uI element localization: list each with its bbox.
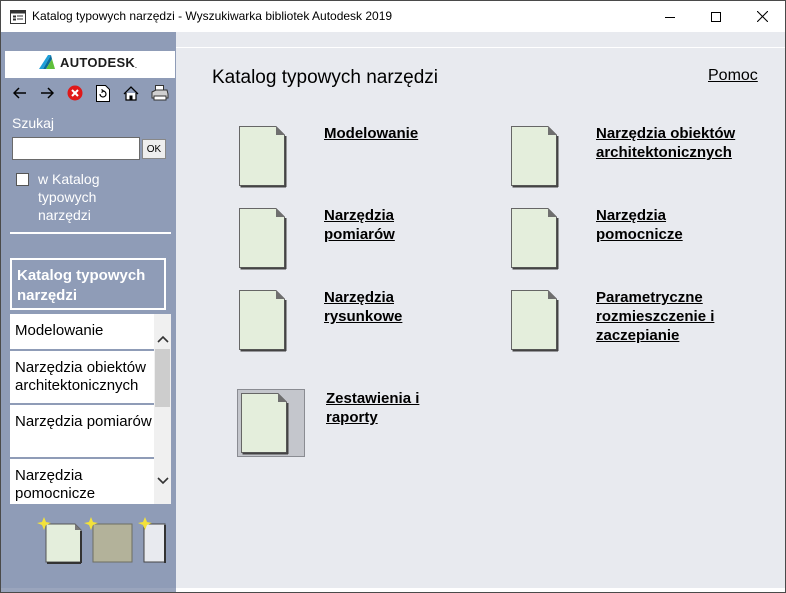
scroll-thumb[interactable]	[155, 349, 170, 407]
print-button[interactable]	[150, 83, 170, 103]
home-icon	[123, 85, 139, 101]
title-bar: Katalog typowych narzędzi - Wyszukiwarka…	[1, 1, 785, 32]
app-icon	[10, 9, 26, 25]
search-label: Szukaj	[12, 115, 55, 131]
main-top-divider	[176, 47, 785, 48]
autodesk-wordmark: AUTODESK.	[60, 54, 138, 70]
back-arrow-icon	[13, 87, 26, 99]
catalog-page-icon	[511, 290, 559, 352]
search-scope-checkbox[interactable]	[16, 173, 29, 186]
new-category-page-icon[interactable]	[84, 517, 133, 563]
sidebar-divider	[10, 232, 171, 234]
toc-scrollbar[interactable]	[154, 314, 171, 504]
window-title: Katalog typowych narzędzi - Wyszukiwarka…	[32, 9, 393, 23]
back-button[interactable]	[10, 83, 30, 103]
catalog-page-icon	[511, 208, 559, 270]
forward-button[interactable]	[37, 83, 57, 103]
close-button[interactable]	[739, 1, 785, 32]
autodesk-logo: AUTODESK.	[5, 51, 175, 78]
page-title: Katalog typowych narzędzi	[212, 67, 439, 88]
category-label-modelowanie[interactable]: Modelowanie	[324, 124, 418, 143]
category-label-narzedzia-obiektow[interactable]: Narzędzia obiektów architektonicznych	[596, 124, 735, 162]
app-window: Katalog typowych narzędzi - Wyszukiwarka…	[0, 0, 786, 593]
toc-header[interactable]: Katalog typowych narzędzi	[10, 258, 166, 310]
chevron-down-icon	[156, 476, 169, 484]
search-input[interactable]	[12, 137, 140, 160]
category-label-narzedzia-rysunkowe[interactable]: Narzędzia rysunkowe	[324, 288, 402, 326]
catalog-pages-strip	[37, 516, 173, 566]
scroll-down-button[interactable]	[154, 472, 171, 489]
toc-list: Modelowanie Narzędzia obiektów architekt…	[10, 314, 154, 504]
refresh-button[interactable]	[93, 83, 113, 103]
toc-item-narzedzia-pomiarow[interactable]: Narzędzia pomiarów	[10, 405, 154, 457]
refresh-icon	[96, 84, 110, 102]
search-scope-label: w Katalog typowych narzędzi	[38, 171, 100, 223]
new-catalog-page-icon[interactable]	[37, 517, 82, 564]
main-content: Katalog typowych narzędzi Pomoc Modelowa…	[176, 32, 785, 592]
home-button[interactable]	[121, 83, 141, 103]
category-label-narzedzia-pomiarow[interactable]: Narzędzia pomiarów	[324, 206, 395, 244]
chevron-up-icon	[156, 335, 169, 343]
catalog-page-icon	[239, 290, 287, 352]
close-icon	[756, 11, 768, 22]
toc-item-narzedzia-obiektow[interactable]: Narzędzia obiektów architektonicznych	[10, 351, 154, 403]
category-label-parametryczne[interactable]: Parametryczne rozmieszczenie i zaczepian…	[596, 288, 714, 345]
toc-item-modelowanie[interactable]: Modelowanie	[10, 314, 154, 349]
sidebar: AUTODESK. Szukaj OK w Katalog typowych n…	[1, 32, 176, 592]
catalog-page-icon	[241, 393, 289, 455]
sidebar-bottom-strip	[1, 588, 176, 592]
stop-icon	[67, 85, 83, 101]
maximize-button[interactable]	[693, 1, 739, 32]
autodesk-logo-icon	[39, 55, 55, 69]
forward-arrow-icon	[41, 87, 54, 99]
catalog-page-icon	[511, 126, 559, 188]
scroll-up-button[interactable]	[154, 330, 171, 347]
minimize-button[interactable]	[647, 1, 693, 32]
new-tool-page-icon[interactable]	[138, 517, 166, 563]
category-label-narzedzia-pomocnicze[interactable]: Narzędzia pomocnicze	[596, 206, 683, 244]
maximize-icon	[711, 11, 721, 22]
category-label-zestawienia[interactable]: Zestawienia i raporty	[326, 389, 419, 427]
catalog-page-icon	[239, 208, 287, 270]
sidebar-toolbar	[5, 83, 175, 103]
search-ok-button[interactable]: OK	[142, 139, 166, 159]
toc-item-narzedzia-pomocnicze[interactable]: Narzędzia pomocnicze	[10, 459, 154, 504]
help-link[interactable]: Pomoc	[708, 67, 758, 85]
print-icon	[151, 85, 169, 101]
minimize-icon	[665, 16, 675, 18]
catalog-page-icon	[239, 126, 287, 188]
stop-button[interactable]	[65, 83, 85, 103]
main-bottom-strip	[176, 588, 785, 592]
